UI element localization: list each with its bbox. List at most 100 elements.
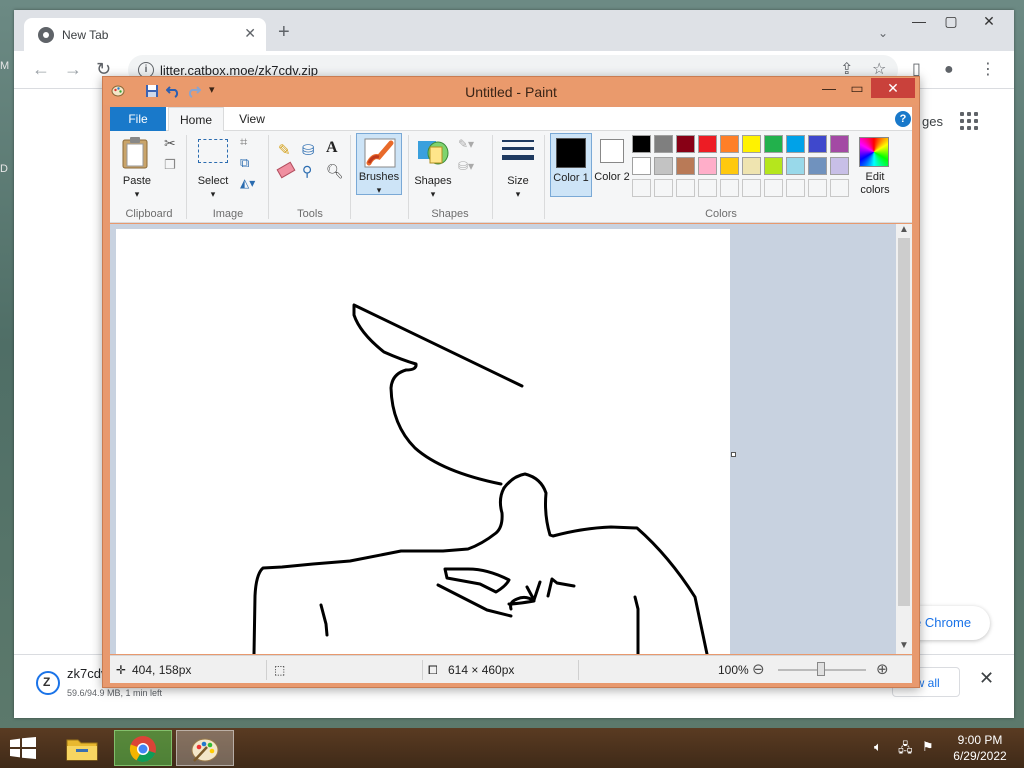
palette-swatch[interactable] xyxy=(720,157,739,175)
palette-swatch[interactable] xyxy=(676,135,695,153)
brushes-button[interactable]: Brushes ▾ xyxy=(356,133,402,195)
palette-swatch[interactable] xyxy=(808,157,827,175)
paint-titlebar[interactable]: ▾ Untitled - Paint — ▭ ✕ xyxy=(103,77,919,105)
palette-empty-slot[interactable] xyxy=(698,179,717,197)
zoom-slider-thumb[interactable] xyxy=(817,662,825,676)
tab-home[interactable]: Home xyxy=(168,107,224,132)
color1-button[interactable]: Color 1 xyxy=(550,133,592,197)
canvas-resize-handle[interactable] xyxy=(731,452,736,457)
brushes-label: Brushes xyxy=(358,171,400,183)
paint-close-button[interactable]: ✕ xyxy=(871,78,915,98)
fill-icon[interactable]: ⛁▾ xyxy=(458,159,474,173)
edit-colors-button[interactable]: Edit colors xyxy=(854,133,896,197)
palette-swatch[interactable] xyxy=(830,135,849,153)
apps-grid-icon[interactable] xyxy=(960,112,978,130)
palette-empty-slot[interactable] xyxy=(786,179,805,197)
palette-swatch[interactable] xyxy=(786,157,805,175)
customize-chrome-label: e Chrome xyxy=(914,615,972,630)
size-dropdown-icon[interactable]: ▾ xyxy=(513,189,523,200)
palette-empty-slot[interactable] xyxy=(676,179,695,197)
palette-swatch[interactable] xyxy=(698,157,717,175)
taskbar-clock[interactable]: 9:00 PM 6/29/2022 xyxy=(950,732,1010,764)
palette-swatch[interactable] xyxy=(742,135,761,153)
paint-minimize-button[interactable]: — xyxy=(815,79,843,99)
action-center-flag-icon[interactable]: ⚑ xyxy=(922,739,934,755)
copy-icon[interactable]: ❐ xyxy=(164,157,176,173)
minimize-button[interactable]: — xyxy=(904,10,934,34)
zoom-out-icon[interactable]: ⊖ xyxy=(752,660,765,678)
paste-label[interactable]: Paste xyxy=(120,175,154,187)
cut-icon[interactable]: ✂ xyxy=(164,135,176,152)
paste-dropdown-icon[interactable]: ▾ xyxy=(132,189,142,200)
magnifier-icon[interactable]: 🔍︎ xyxy=(326,163,344,180)
browser-tab[interactable]: New Tab ✕ xyxy=(24,18,266,51)
maximize-button[interactable]: ▢ xyxy=(936,10,966,34)
paint-taskbar-button[interactable] xyxy=(176,730,234,766)
volume-muted-icon[interactable]: 🔈︎ xyxy=(874,739,882,755)
palette-swatch[interactable] xyxy=(720,135,739,153)
palette-swatch[interactable] xyxy=(698,135,717,153)
palette-swatch[interactable] xyxy=(654,157,673,175)
color2-button[interactable]: Color 2 xyxy=(594,133,630,197)
tab-search-icon[interactable]: ⌄ xyxy=(878,26,888,40)
pencil-icon[interactable]: ✎ xyxy=(278,141,291,159)
palette-empty-slot[interactable] xyxy=(830,179,849,197)
fill-bucket-icon[interactable]: ⛁ xyxy=(302,141,315,159)
forward-icon[interactable]: → xyxy=(64,59,82,79)
palette-swatch[interactable] xyxy=(676,157,695,175)
images-link[interactable]: ges xyxy=(922,114,943,129)
help-icon[interactable]: ? xyxy=(895,111,911,127)
palette-swatch[interactable] xyxy=(764,135,783,153)
palette-empty-slot[interactable] xyxy=(742,179,761,197)
select-icon[interactable] xyxy=(198,139,228,163)
zoom-in-icon[interactable]: ⊕ xyxy=(876,660,889,678)
palette-empty-slot[interactable] xyxy=(654,179,673,197)
shelf-close-icon[interactable]: ✕ xyxy=(979,668,994,689)
text-tool-icon[interactable]: A xyxy=(326,139,338,157)
drawing-canvas[interactable] xyxy=(116,229,730,654)
crop-icon[interactable]: ⌗ xyxy=(240,134,247,150)
shapes-icon[interactable] xyxy=(416,137,450,167)
profile-avatar-icon[interactable]: ● xyxy=(944,61,954,79)
tab-close-icon[interactable]: ✕ xyxy=(244,25,256,42)
palette-empty-slot[interactable] xyxy=(720,179,739,197)
palette-empty-slot[interactable] xyxy=(808,179,827,197)
file-explorer-taskbar-button[interactable] xyxy=(54,730,112,766)
size-icon[interactable] xyxy=(502,139,534,165)
palette-empty-slot[interactable] xyxy=(764,179,783,197)
resize-icon[interactable]: ⧉ xyxy=(240,155,249,171)
palette-swatch[interactable] xyxy=(654,135,673,153)
select-label[interactable]: Select xyxy=(194,175,232,187)
palette-swatch[interactable] xyxy=(786,135,805,153)
paste-icon[interactable] xyxy=(120,136,150,170)
color-picker-icon[interactable]: ⚲ xyxy=(302,163,312,180)
paint-maximize-button[interactable]: ▭ xyxy=(843,79,871,99)
shapes-label[interactable]: Shapes xyxy=(410,175,456,187)
palette-empty-slot[interactable] xyxy=(632,179,651,197)
palette-swatch[interactable] xyxy=(764,157,783,175)
scroll-up-icon[interactable]: ▲ xyxy=(899,224,909,235)
new-tab-button[interactable]: + xyxy=(278,22,290,42)
palette-swatch[interactable] xyxy=(632,157,651,175)
chrome-taskbar-button[interactable] xyxy=(114,730,172,766)
palette-swatch[interactable] xyxy=(808,135,827,153)
scroll-down-icon[interactable]: ▼ xyxy=(899,640,909,651)
scroll-thumb[interactable] xyxy=(898,238,910,606)
network-icon[interactable]: 🖧︎ xyxy=(898,739,913,761)
close-button[interactable]: ✕ xyxy=(974,10,1004,34)
tab-view[interactable]: View xyxy=(228,107,276,131)
outline-icon[interactable]: ✎▾ xyxy=(458,137,474,151)
palette-swatch[interactable] xyxy=(830,157,849,175)
rotate-icon[interactable]: ◭▾ xyxy=(240,176,255,190)
back-icon[interactable]: ← xyxy=(32,59,50,79)
palette-swatch[interactable] xyxy=(632,135,651,153)
size-label[interactable]: Size xyxy=(498,175,538,187)
menu-kebab-icon[interactable]: ⋮ xyxy=(980,61,996,79)
tab-file[interactable]: File xyxy=(110,107,166,131)
vertical-scrollbar[interactable]: ▲ ▼ xyxy=(896,224,912,654)
windows-start-icon[interactable] xyxy=(10,737,36,759)
shapes-dropdown-icon[interactable]: ▾ xyxy=(428,189,438,200)
eraser-icon[interactable] xyxy=(276,161,296,179)
select-dropdown-icon[interactable]: ▾ xyxy=(208,189,218,200)
palette-swatch[interactable] xyxy=(742,157,761,175)
